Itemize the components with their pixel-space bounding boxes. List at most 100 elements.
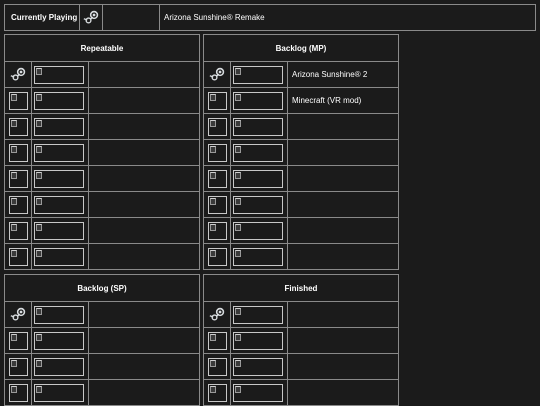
- row-thumb-cell: [31, 191, 89, 218]
- table-row: [203, 379, 399, 406]
- table-row: Minecraft (VR mod): [203, 87, 399, 114]
- cover-image-placeholder-icon: [233, 143, 283, 162]
- table-row: [4, 139, 200, 166]
- cover-image-placeholder-icon: [233, 221, 283, 240]
- table-row: [4, 301, 200, 328]
- cover-image-placeholder-icon: [34, 143, 84, 162]
- image-placeholder-icon: [8, 247, 28, 266]
- table-row: [203, 191, 399, 218]
- row-thumb-cell: [230, 379, 288, 406]
- table-row: [203, 353, 399, 380]
- table-row: [4, 113, 200, 140]
- game-title[interactable]: [88, 353, 200, 380]
- table-row: [203, 301, 399, 328]
- row-thumb-cell: [31, 61, 89, 88]
- row-thumb-cell: [31, 243, 89, 270]
- row-icon-cell: [203, 327, 231, 354]
- row-icon-cell: [203, 191, 231, 218]
- table-row: [4, 165, 200, 192]
- current-game-cell-icon: [79, 4, 103, 31]
- cover-image-placeholder-icon: [233, 383, 283, 402]
- row-thumb-cell: [31, 217, 89, 244]
- game-title[interactable]: [88, 379, 200, 406]
- backlog-sp-table: Backlog (SP): [4, 274, 200, 406]
- image-placeholder-icon: [207, 221, 227, 240]
- game-title[interactable]: [88, 243, 200, 270]
- steam-icon[interactable]: [83, 9, 100, 26]
- image-placeholder-icon: [8, 117, 28, 136]
- row-icon-cell: [4, 353, 32, 380]
- image-placeholder-icon: [8, 357, 28, 376]
- table-row: [4, 191, 200, 218]
- game-title[interactable]: [88, 301, 200, 328]
- game-title[interactable]: [88, 217, 200, 244]
- table-row: [4, 61, 200, 88]
- image-placeholder-icon: [8, 195, 28, 214]
- currently-playing-bar: Currently Playing Arizona Sunshine® Rema…: [4, 4, 536, 31]
- cover-image-placeholder-icon: [233, 305, 283, 324]
- image-placeholder-icon: [207, 195, 227, 214]
- game-title[interactable]: [287, 217, 399, 244]
- game-title[interactable]: [88, 139, 200, 166]
- cover-image-placeholder-icon: [233, 169, 283, 188]
- backlog-sp-header: Backlog (SP): [4, 274, 200, 302]
- game-title[interactable]: [88, 61, 200, 88]
- game-title[interactable]: [287, 327, 399, 354]
- row-thumb-cell: [230, 217, 288, 244]
- cover-image-placeholder-icon: [34, 383, 84, 402]
- row-thumb-cell: [31, 113, 89, 140]
- table-row: [203, 113, 399, 140]
- row-thumb-cell: [230, 113, 288, 140]
- image-placeholder-icon: [207, 331, 227, 350]
- cover-image-placeholder-icon: [34, 247, 84, 266]
- row-icon-cell: [203, 243, 231, 270]
- steam-icon[interactable]: [209, 306, 226, 323]
- game-title[interactable]: [287, 113, 399, 140]
- row-icon-cell: [4, 61, 32, 88]
- steam-icon[interactable]: [10, 66, 27, 83]
- row-icon-cell: [203, 217, 231, 244]
- game-title[interactable]: Minecraft (VR mod): [287, 87, 399, 114]
- game-title[interactable]: [88, 191, 200, 218]
- repeatable-table: Repeatable: [4, 34, 200, 270]
- game-title[interactable]: [287, 301, 399, 328]
- row-icon-cell: [4, 217, 32, 244]
- cover-image-placeholder-icon: [233, 65, 283, 84]
- game-title[interactable]: [287, 191, 399, 218]
- game-title[interactable]: [287, 379, 399, 406]
- game-title[interactable]: Arizona Sunshine® 2: [287, 61, 399, 88]
- row-thumb-cell: [230, 61, 288, 88]
- game-title[interactable]: [88, 327, 200, 354]
- cover-image-placeholder-icon: [233, 331, 283, 350]
- game-title[interactable]: [88, 113, 200, 140]
- table-row: [4, 243, 200, 270]
- steam-icon[interactable]: [10, 306, 27, 323]
- table-row: [203, 327, 399, 354]
- game-title[interactable]: [88, 165, 200, 192]
- table-row: [203, 165, 399, 192]
- row-icon-cell: [4, 191, 32, 218]
- table-row: Arizona Sunshine® 2: [203, 61, 399, 88]
- cover-image-placeholder-icon: [233, 247, 283, 266]
- row-thumb-cell: [230, 327, 288, 354]
- row-icon-cell: [203, 165, 231, 192]
- game-title[interactable]: [287, 353, 399, 380]
- backlog-mp-table: Backlog (MP) Arizona Sunshine® 2 Minecraf…: [203, 34, 399, 270]
- image-placeholder-icon: [207, 169, 227, 188]
- row-thumb-cell: [230, 87, 288, 114]
- game-title[interactable]: [287, 243, 399, 270]
- image-placeholder-icon: [207, 357, 227, 376]
- game-title[interactable]: [287, 139, 399, 166]
- row-thumb-cell: [31, 301, 89, 328]
- row-thumb-cell: [230, 243, 288, 270]
- image-placeholder-icon: [8, 383, 28, 402]
- image-placeholder-icon: [8, 169, 28, 188]
- row-thumb-cell: [31, 353, 89, 380]
- game-title[interactable]: [88, 87, 200, 114]
- image-placeholder-icon: [207, 117, 227, 136]
- current-game-title[interactable]: Arizona Sunshine® Remake: [159, 4, 536, 31]
- cover-image-placeholder-icon: [34, 357, 84, 376]
- table-row: [4, 217, 200, 244]
- game-title[interactable]: [287, 165, 399, 192]
- steam-icon[interactable]: [209, 66, 226, 83]
